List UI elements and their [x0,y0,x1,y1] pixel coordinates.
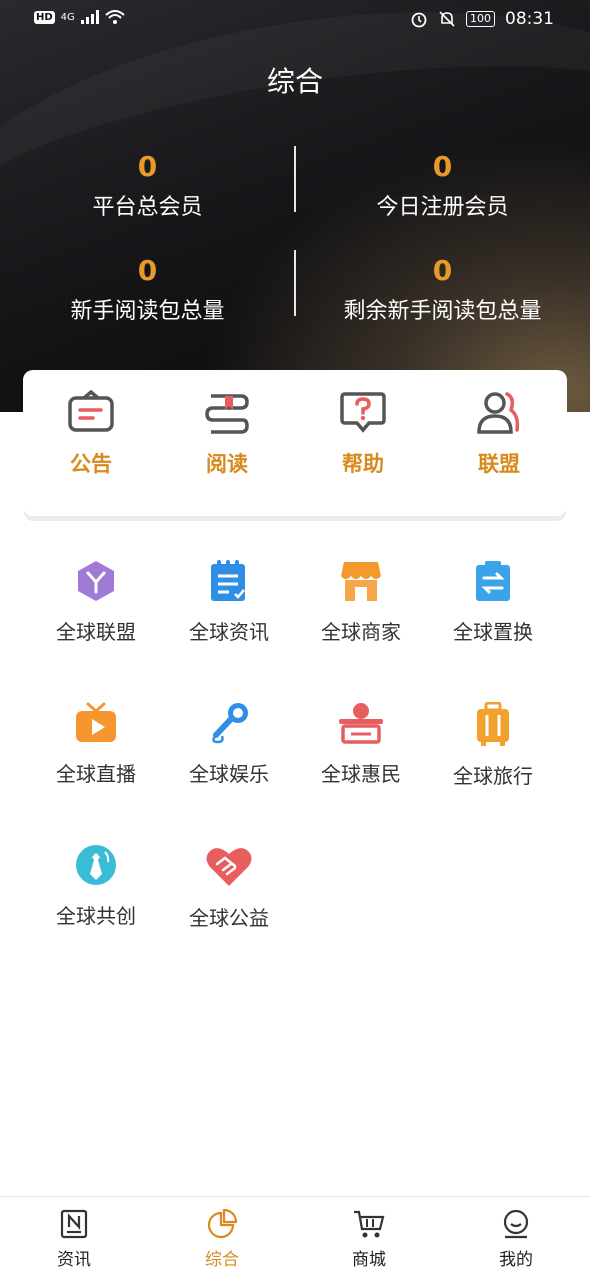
nav-label: 综合 [205,1250,239,1270]
service-label: 全球惠民 [321,762,401,786]
service-label: 全球旅行 [453,764,533,788]
book-icon [205,394,249,434]
help-icon [340,392,386,433]
cube-icon [78,561,114,601]
nav-tab-news[interactable]: 资讯 [0,1209,148,1270]
stat-value: 0 [432,254,453,287]
stat-novice-packs-remaining: 0 剩余新手阅读包总量 [295,254,590,325]
stat-label: 平台总会员 [92,195,203,220]
service-global-charity[interactable]: 全球公益 [163,844,295,931]
service-global-cocreate[interactable]: 全球共创 [30,844,162,929]
exchange-icon [476,561,510,601]
news-icon [60,1209,88,1239]
wifi-icon [105,10,125,24]
quick-action-alliance[interactable]: 联盟 [431,390,567,478]
counter-icon [339,703,383,744]
nav-label: 我的 [499,1250,533,1270]
service-global-live[interactable]: 全球直播 [30,702,162,787]
service-global-news[interactable]: 全球资讯 [163,560,295,645]
notepad-icon [211,560,245,601]
nav-tab-mall[interactable]: 商城 [295,1209,443,1270]
stat-total-members: 0 平台总会员 [0,150,295,221]
quick-actions-card: 公告 阅读 帮助 联盟 [23,370,567,516]
service-global-travel[interactable]: 全球旅行 [427,702,559,789]
service-label: 全球商家 [321,620,401,644]
service-label: 全球联盟 [56,620,136,644]
nav-label: 资讯 [57,1250,91,1270]
bottom-navigation: 资讯 综合 商城 我的 [0,1196,590,1278]
service-label: 全球资讯 [189,620,269,644]
header-banner: HD 4G 100 08:31 综合 0 平台总会员 0 今日注册会员 0 新手… [0,0,590,412]
quick-action-help[interactable]: 帮助 [295,390,431,478]
service-global-merchants[interactable]: 全球商家 [295,560,427,645]
battery-indicator: 100 [466,11,495,27]
stat-value: 0 [432,150,453,183]
service-global-entertainment[interactable]: 全球娱乐 [163,702,295,787]
network-type: 4G [60,11,75,23]
stat-label: 新手阅读包总量 [70,299,225,324]
pie-chart-icon [207,1209,237,1239]
alarm-icon [411,12,427,28]
handshake-heart-icon [206,848,252,886]
stat-label: 今日注册会员 [376,195,509,220]
quick-action-label: 公告 [70,452,112,476]
nav-tab-mine[interactable]: 我的 [442,1209,590,1270]
service-global-benefits[interactable]: 全球惠民 [295,702,427,787]
service-global-exchange[interactable]: 全球置换 [427,560,559,645]
stat-value: 0 [137,254,158,287]
service-global-alliance[interactable]: 全球联盟 [30,560,162,645]
stat-novice-packs-total: 0 新手阅读包总量 [0,254,295,325]
tv-icon [76,702,116,742]
microphone-icon [212,703,248,744]
quick-action-label: 帮助 [342,452,384,476]
stat-divider [294,146,296,212]
quick-action-read[interactable]: 阅读 [159,390,295,478]
stat-divider [294,250,296,316]
shop-icon [341,562,381,601]
service-label: 全球公益 [189,906,269,930]
signal-icon [80,10,99,24]
alliance-icon [477,392,520,434]
clock: 08:31 [505,9,554,29]
nav-label: 商城 [352,1250,386,1270]
nav-tab-overview[interactable]: 综合 [148,1209,296,1270]
tie-icon [76,845,116,885]
quick-action-announcement[interactable]: 公告 [23,390,159,478]
service-label: 全球共创 [56,904,136,928]
announcement-icon [68,390,114,432]
stat-value: 0 [137,150,158,183]
service-label: 全球直播 [56,762,136,786]
service-label: 全球置换 [453,620,533,644]
page-title: 综合 [266,65,323,98]
status-bar: HD 4G 100 08:31 [0,0,590,40]
stat-today-registrations: 0 今日注册会员 [295,150,590,221]
luggage-icon [477,702,509,746]
service-label: 全球娱乐 [189,762,269,786]
quick-action-label: 阅读 [206,452,248,476]
stat-label: 剩余新手阅读包总量 [343,299,542,324]
mute-bell-icon [439,11,455,27]
profile-icon [503,1209,529,1239]
cart-icon [354,1210,385,1238]
quick-action-label: 联盟 [478,452,520,476]
hd-badge: HD [34,10,55,24]
